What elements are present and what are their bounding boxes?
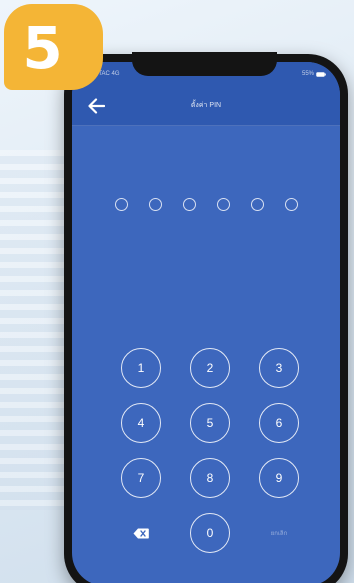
key-1[interactable]: 1	[121, 348, 161, 388]
delete-button[interactable]	[121, 513, 161, 553]
key-8[interactable]: 8	[190, 458, 230, 498]
step-badge: 5	[4, 4, 103, 90]
pin-dot	[250, 198, 264, 211]
app-header: ตั้งค่า PIN	[72, 86, 340, 126]
phone-frame: DTAC 4G 11:47 55% ตั้งค่า PIN	[64, 52, 348, 583]
phone-notch	[132, 52, 277, 76]
key-2[interactable]: 2	[190, 348, 230, 388]
battery-percent: 55%	[301, 71, 314, 77]
pin-dot	[216, 198, 230, 211]
key-9[interactable]: 9	[259, 458, 299, 498]
pin-dot	[148, 198, 162, 211]
key-6[interactable]: 6	[259, 403, 299, 443]
key-4[interactable]: 4	[121, 403, 161, 443]
pin-dot	[284, 198, 298, 211]
status-battery: 55%	[302, 71, 326, 77]
pin-dot	[182, 198, 196, 211]
cancel-label: ยกเลิก	[270, 531, 288, 537]
page-title: ตั้งค่า PIN	[190, 102, 222, 109]
pin-indicator	[72, 198, 340, 211]
pin-dot	[114, 198, 128, 211]
step-number: 5	[22, 14, 63, 82]
cancel-button[interactable]: ยกเลิก	[259, 513, 299, 553]
battery-icon	[316, 71, 326, 77]
key-3[interactable]: 3	[259, 348, 299, 388]
phone-screen: DTAC 4G 11:47 55% ตั้งค่า PIN	[72, 62, 340, 583]
backspace-icon	[133, 528, 149, 538]
key-5[interactable]: 5	[190, 403, 230, 443]
key-7[interactable]: 7	[121, 458, 161, 498]
key-0[interactable]: 0	[190, 513, 230, 553]
